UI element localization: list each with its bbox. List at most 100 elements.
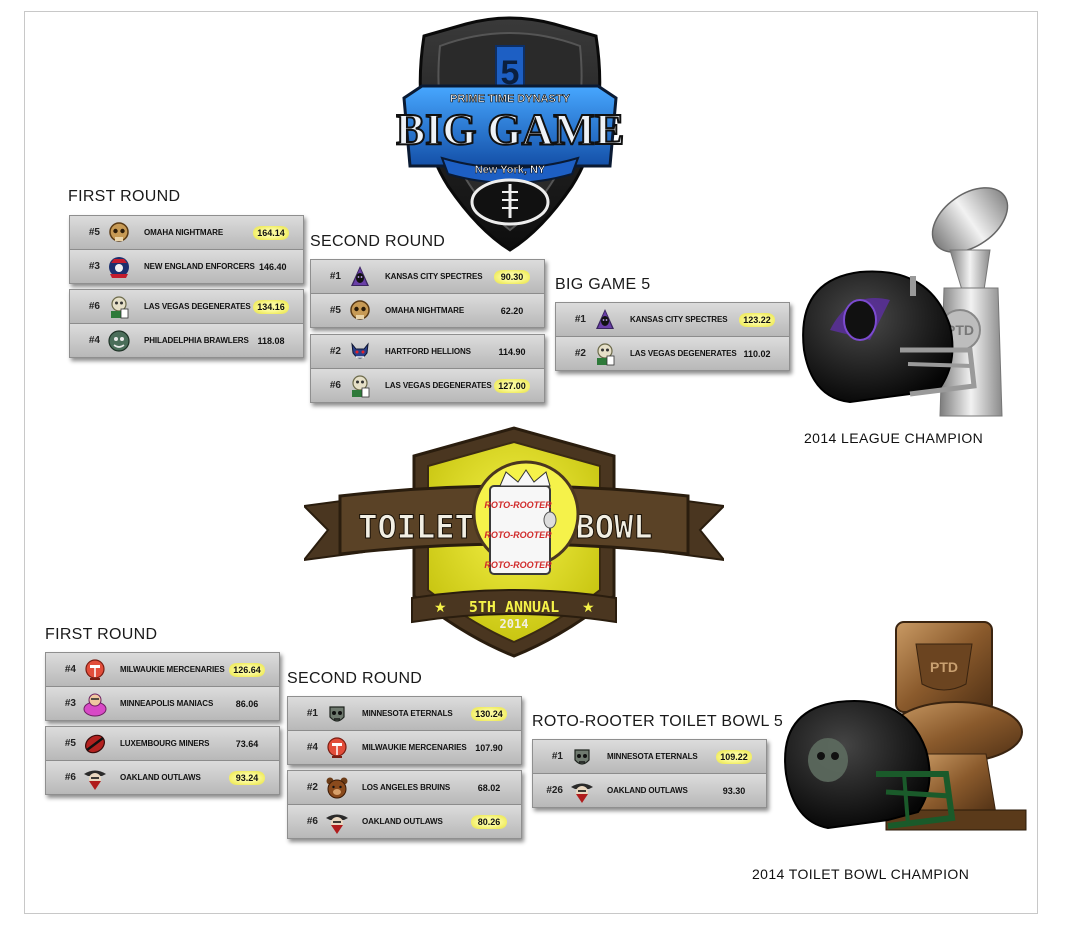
svg-text:ROTO-ROOTER: ROTO-ROOTER (484, 560, 552, 570)
team-row: #3 NEW ENGLAND ENFORCERS 146.40 (70, 250, 303, 283)
skull-icon (109, 221, 129, 242)
team-row: #26 OAKLAND OUTLAWS 93.30 (533, 774, 766, 807)
team-name: OAKLAND OUTLAWS (362, 817, 443, 826)
team-name: LOS ANGELES BRUINS (362, 783, 451, 792)
tb-final-title: ROTO-ROOTER TOILET BOWL 5 (532, 713, 784, 730)
bear-icon (326, 777, 348, 798)
skull-icon (350, 299, 370, 320)
spectre-icon (596, 308, 614, 329)
logo-city-text: New York, NY (475, 164, 546, 176)
logo-title-text: BIG GAME (396, 105, 624, 154)
score: 134.16 (253, 299, 289, 314)
tb-r2-matchup-2: #2 LOS ANGELES BRUINS 68.02 #6 OAKLAND O… (287, 770, 522, 839)
tb-r1-matchup-1: #4 MILWAUKIE MERCENARIES 126.64 #3 MINNE… (45, 652, 280, 721)
team-row: #2 HARTFORD HELLIONS 114.90 (311, 335, 544, 369)
team-row: #2 LOS ANGELES BRUINS 68.02 (288, 771, 521, 805)
team-row: #1 MINNESOTA ETERNALS 109.22 (533, 740, 766, 774)
team-row: #6 OAKLAND OUTLAWS 80.26 (288, 805, 521, 838)
seed: #6 (306, 816, 318, 827)
gambler-icon (597, 342, 615, 365)
seed: #4 (64, 664, 76, 675)
team-row: #6 LAS VEGAS DEGENERATES 134.16 (70, 290, 303, 324)
team-name: MILWAUKIE MERCENARIES (120, 665, 225, 674)
seed: #2 (306, 782, 318, 793)
team-row: #6 LAS VEGAS DEGENERATES 127.00 (311, 369, 544, 402)
hellion-icon (351, 341, 369, 358)
eternal-icon (574, 748, 590, 765)
team-name: KANSAS CITY SPECTRES (630, 315, 728, 324)
svg-text:★: ★ (582, 599, 595, 615)
score: 127.00 (494, 378, 530, 393)
tb-r2-matchup-1: #1 MINNESOTA ETERNALS 130.24 #4 MILWAUKI… (287, 696, 522, 765)
team-name: OMAHA NIGHTMARE (144, 228, 224, 237)
toilet-logo-left-text: TOILET (358, 508, 474, 546)
team-row: #2 LAS VEGAS DEGENERATES 110.02 (556, 337, 789, 370)
bg-r2-matchup-1: #1 KANSAS CITY SPECTRES 90.30 #5 OMAHA N… (310, 259, 545, 328)
score: 118.08 (257, 335, 285, 346)
league-trophy-image: PTD (802, 187, 1009, 417)
seed: #26 (546, 785, 563, 796)
toilet-logo-annual-text: 5TH ANNUAL (469, 598, 559, 616)
bg-second-round-title: SECOND ROUND (310, 233, 446, 250)
seed: #2 (574, 348, 586, 359)
score: 110.02 (743, 348, 771, 359)
outlaw-icon (84, 770, 106, 790)
league-champion-caption: 2014 LEAGUE CHAMPION (804, 430, 984, 446)
seed: #1 (551, 751, 563, 762)
team-name: LUXEMBOURG MINERS (120, 739, 210, 748)
team-row: #3 MINNEAPOLIS MANIACS 86.06 (46, 687, 279, 720)
team-name: OAKLAND OUTLAWS (120, 773, 201, 782)
toilet-bowl-logo: TOILET BOWL ROTO-ROOTER ROTO-ROOTER ROTO… (304, 426, 724, 658)
svg-text:ROTO-ROOTER: ROTO-ROOTER (484, 500, 552, 510)
score: 146.40 (259, 261, 287, 272)
team-row: #1 KANSAS CITY SPECTRES 123.22 (556, 303, 789, 337)
team-row: #6 OAKLAND OUTLAWS 93.24 (46, 761, 279, 794)
team-name: NEW ENGLAND ENFORCERS (144, 262, 255, 271)
mercenary-icon (327, 736, 347, 758)
seed: #5 (329, 305, 341, 316)
seed: #5 (88, 227, 100, 238)
score: 80.26 (471, 814, 507, 829)
score: 164.14 (253, 225, 289, 240)
team-name: KANSAS CITY SPECTRES (385, 272, 483, 281)
seed: #1 (306, 708, 318, 719)
score: 68.02 (477, 782, 501, 793)
svg-text:ROTO-ROOTER: ROTO-ROOTER (484, 530, 552, 540)
score: 73.64 (235, 738, 259, 749)
seed: #4 (88, 335, 100, 346)
team-row: #1 MINNESOTA ETERNALS 130.24 (288, 697, 521, 731)
score: 62.20 (500, 305, 524, 316)
team-name: MINNEAPOLIS MANIACS (120, 699, 214, 708)
seed: #6 (88, 301, 100, 312)
tb-r1-matchup-2: #5 LUXEMBOURG MINERS 73.64 #6 OAKLAND OU… (45, 726, 280, 795)
score: 114.90 (498, 346, 526, 357)
toilet-champion-caption: 2014 TOILET BOWL CHAMPION (752, 866, 970, 882)
tb-second-round-title: SECOND ROUND (287, 670, 423, 687)
team-name: OAKLAND OUTLAWS (607, 786, 688, 795)
outlaw-icon (326, 814, 348, 834)
bg-final-title: BIG GAME 5 (555, 276, 651, 293)
big-game-logo: 5 PRIME TIME DYNASTY BIG GAME New York, … (396, 16, 624, 252)
team-row: #4 MILWAUKIE MERCENARIES 126.64 (46, 653, 279, 687)
toilet-trophy-image: PTD (784, 621, 1027, 831)
gambler-icon (352, 374, 370, 397)
brawler-icon (108, 329, 130, 352)
bg-r2-matchup-2: #2 HARTFORD HELLIONS 114.90 #6 LAS VEGAS… (310, 334, 545, 403)
team-row: #5 LUXEMBOURG MINERS 73.64 (46, 727, 279, 761)
team-row: #4 MILWAUKIE MERCENARIES 107.90 (288, 731, 521, 764)
score: 123.22 (739, 312, 775, 327)
team-row: #5 OMAHA NIGHTMARE 164.14 (70, 216, 303, 250)
team-name: MINNESOTA ETERNALS (362, 709, 453, 718)
score: 90.30 (494, 269, 530, 284)
bg-r1-matchup-2: #6 LAS VEGAS DEGENERATES 134.16 #4 PHILA… (69, 289, 304, 358)
team-name: PHILADELPHIA BRAWLERS (144, 336, 249, 345)
seed: #5 (64, 738, 76, 749)
score: 130.24 (471, 706, 507, 721)
seed: #6 (64, 772, 76, 783)
seed: #6 (329, 380, 341, 391)
bg-final-matchup: #1 KANSAS CITY SPECTRES 123.22 #2 LAS VE… (555, 302, 790, 371)
patriot-icon (109, 256, 129, 278)
score: 126.64 (229, 662, 265, 677)
seed: #2 (329, 346, 341, 357)
team-name: LAS VEGAS DEGENERATES (630, 349, 737, 358)
